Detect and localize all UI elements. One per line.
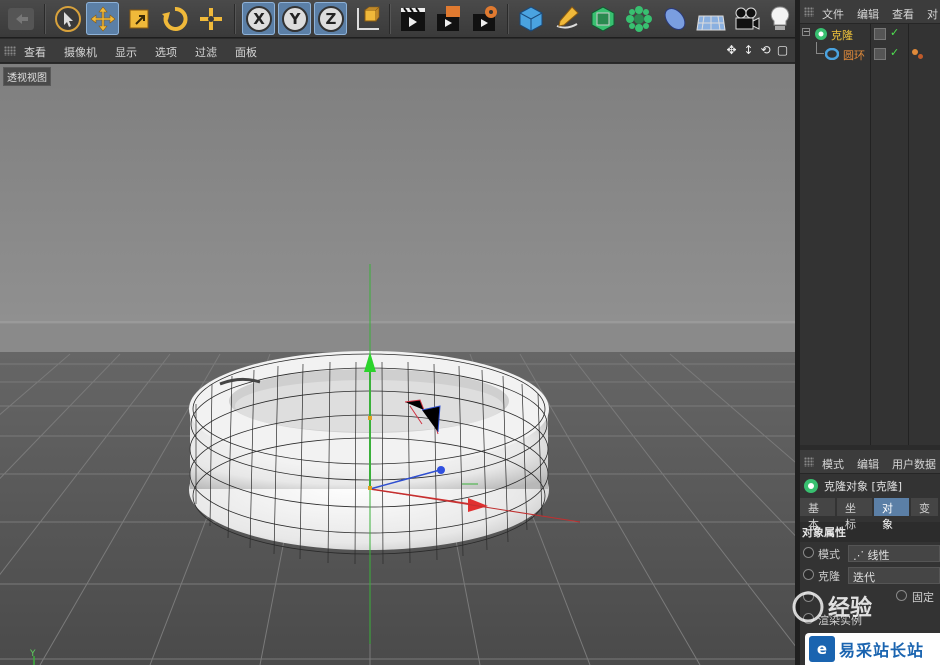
grip-icon	[804, 457, 814, 467]
dolly-icon[interactable]: ↕	[742, 43, 755, 57]
menu-user-data[interactable]: 用户数据	[892, 456, 936, 472]
floor-icon[interactable]	[694, 2, 727, 35]
menu-view[interactable]: 查看	[24, 44, 46, 60]
attribute-title: 克隆对象 [克隆]	[800, 474, 940, 498]
tab-transform[interactable]: 变	[911, 498, 938, 516]
camera-icon[interactable]	[730, 2, 763, 35]
attribute-tabs: 基本 坐标 对象 变	[800, 498, 940, 531]
select-icon[interactable]	[51, 2, 84, 35]
torus-icon	[825, 48, 839, 60]
mode-dropdown[interactable]: ⋰ 线性	[848, 545, 940, 562]
grip-icon	[804, 7, 814, 17]
cube-icon[interactable]	[514, 2, 547, 35]
menu-view[interactable]: 查看	[892, 6, 914, 22]
menu-file[interactable]: 文件	[822, 6, 844, 22]
clone-dropdown[interactable]: 迭代	[848, 567, 940, 584]
orbit-icon[interactable]: ⟲	[759, 43, 772, 57]
light-icon[interactable]	[766, 2, 794, 35]
menu-display[interactable]: 显示	[115, 44, 137, 60]
tree-item-cloner[interactable]: − 克隆 ✓	[800, 24, 940, 44]
cloner-icon	[804, 479, 818, 493]
fixed-radio[interactable]	[896, 590, 907, 601]
object-manager-menu: 文件 编辑 查看 对	[800, 0, 940, 24]
svg-text:X: X	[253, 10, 265, 28]
svg-text:Z: Z	[325, 10, 336, 28]
live-select-icon[interactable]	[194, 2, 227, 35]
render-instance-row: 渲染实例	[800, 608, 940, 630]
mode-row: 模式 ⋰ 线性	[800, 542, 940, 564]
axis-y-label: Y	[30, 649, 36, 659]
menu-filter[interactable]: 过滤	[195, 44, 217, 60]
mograph-icon[interactable]	[622, 2, 655, 35]
menu-edit[interactable]: 编辑	[857, 456, 879, 472]
menu-options[interactable]: 选项	[155, 44, 177, 60]
anim-radio[interactable]	[803, 547, 814, 558]
clone-row: 克隆 迭代	[800, 564, 940, 586]
cloner-icon	[815, 28, 827, 40]
object-name: 圆环	[843, 49, 865, 62]
subdivision-icon[interactable]	[586, 2, 619, 35]
main-toolbar: X Y Z	[0, 0, 795, 38]
pan-icon[interactable]: ✥	[725, 43, 738, 57]
cinema4d-window: X Y Z 查看 摄像机 显示 选项 过滤 面板 ✥ ↕ ⟲ ▢ 透视视图 Y …	[0, 0, 940, 665]
render-picture-icon[interactable]	[432, 2, 465, 35]
menu-mode[interactable]: 模式	[822, 456, 844, 472]
coord-system-icon[interactable]	[350, 2, 383, 35]
menu-panel[interactable]: 面板	[235, 44, 257, 60]
viewport-label[interactable]: 透视视图	[3, 67, 51, 86]
rotate-icon[interactable]	[158, 2, 191, 35]
maximize-icon[interactable]: ▢	[776, 43, 789, 57]
menu-camera[interactable]: 摄像机	[64, 44, 97, 60]
anim-radio[interactable]	[803, 591, 814, 602]
y-axis-icon[interactable]: Y	[278, 2, 311, 35]
object-manager: 文件 编辑 查看 对 − 克隆 ✓ 圆环 ✓	[800, 0, 940, 445]
attribute-manager-menu: 模式 编辑 用户数据	[800, 450, 940, 474]
section-title: 对象属性	[800, 522, 940, 542]
z-axis-icon[interactable]: Z	[314, 2, 347, 35]
collapse-icon[interactable]: −	[802, 28, 810, 36]
grip-icon	[4, 46, 16, 56]
tab-basic[interactable]: 基本	[800, 498, 835, 531]
fixed-row: 固定	[800, 586, 940, 608]
tag-icon[interactable]	[912, 49, 918, 55]
menu-object[interactable]: 对	[927, 6, 938, 22]
render-settings-icon[interactable]	[468, 2, 501, 35]
watermark-site: e 易采站长站	[805, 633, 940, 665]
tree-item-torus[interactable]: 圆环 ✓	[800, 42, 940, 64]
svg-text:Y: Y	[288, 10, 301, 28]
deformer-icon[interactable]	[658, 2, 691, 35]
tab-coord[interactable]: 坐标	[837, 498, 872, 531]
anim-radio[interactable]	[803, 613, 814, 624]
tab-object[interactable]: 对象	[874, 498, 909, 531]
render-view-icon[interactable]	[396, 2, 429, 35]
layer-icon[interactable]	[874, 48, 886, 60]
undo-icon[interactable]	[4, 2, 37, 35]
visible-check-icon[interactable]: ✓	[890, 26, 899, 39]
pen-icon[interactable]	[550, 2, 583, 35]
move-icon[interactable]	[86, 2, 119, 35]
object-name: 克隆	[831, 29, 853, 42]
viewport-menu-bar: 查看 摄像机 显示 选项 过滤 面板 ✥ ↕ ⟲ ▢	[0, 39, 795, 63]
perspective-viewport[interactable]: 透视视图 Y	[0, 64, 795, 665]
menu-edit[interactable]: 编辑	[857, 6, 879, 22]
site-logo-icon: e	[809, 636, 835, 662]
scale-icon[interactable]	[122, 2, 155, 35]
layer-icon[interactable]	[874, 28, 886, 40]
x-axis-icon[interactable]: X	[242, 2, 275, 35]
anim-radio[interactable]	[803, 569, 814, 580]
visible-check-icon[interactable]: ✓	[890, 46, 899, 59]
